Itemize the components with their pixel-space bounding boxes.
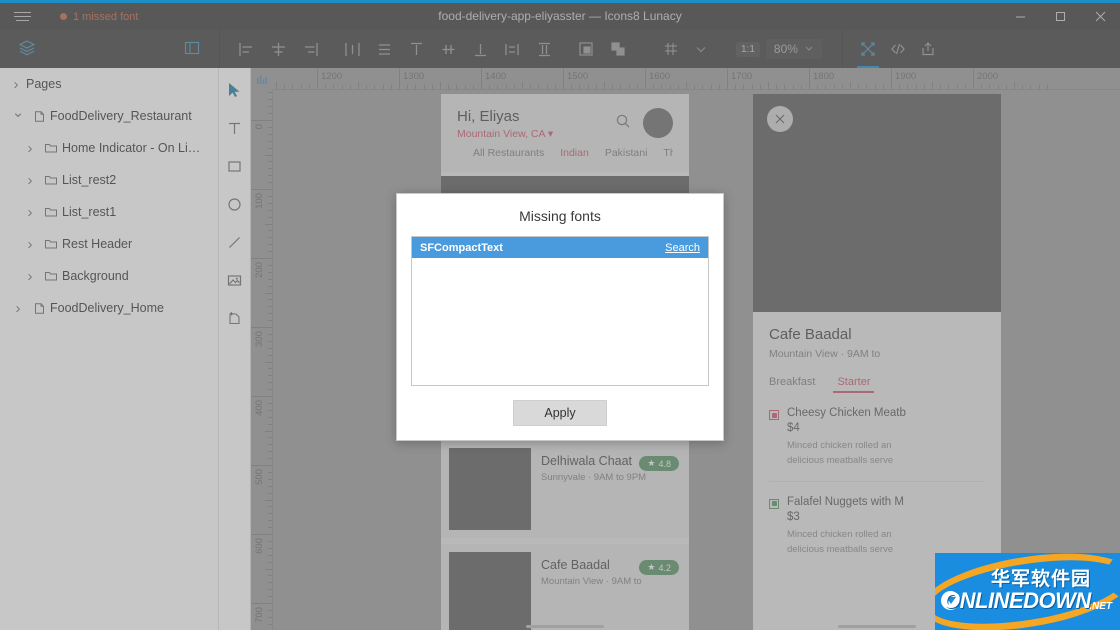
- missing-fonts-list[interactable]: SFCompactText Search: [411, 236, 709, 386]
- font-search-link[interactable]: Search: [665, 242, 700, 254]
- watermark: 华军软件园 ONLINEDOWN .NET: [935, 553, 1120, 630]
- font-name-label: SFCompactText: [420, 241, 503, 254]
- watermark-english-text: ONLINEDOWN: [943, 588, 1091, 613]
- missing-fonts-dialog: Missing fonts SFCompactText Search Apply: [396, 193, 724, 441]
- lunacy-window: 1 missed font food-delivery-app-eliyasst…: [0, 0, 1120, 630]
- dialog-title: Missing fonts: [519, 208, 601, 224]
- watermark-tld-text: .NET: [1089, 601, 1112, 612]
- dialog-footer: Apply: [397, 400, 723, 426]
- font-list-row[interactable]: SFCompactText Search: [412, 237, 708, 258]
- watermark-chinese-text: 华军软件园: [991, 568, 1092, 590]
- apply-button[interactable]: Apply: [513, 400, 607, 426]
